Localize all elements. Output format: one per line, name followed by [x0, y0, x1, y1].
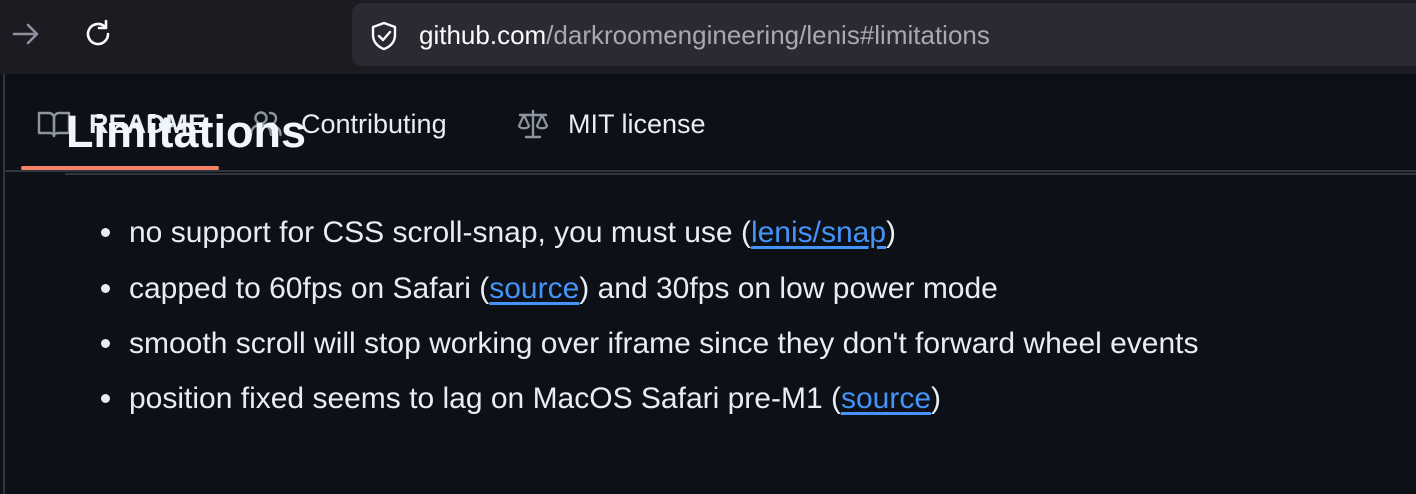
url-text[interactable]: github.com/darkroomengineering/lenis#lim… — [419, 19, 990, 51]
bullet — [101, 227, 110, 237]
list-item-text-after: ) — [886, 216, 897, 249]
list-item-text: smooth scroll will stop working over ifr… — [129, 327, 1199, 360]
heading-divider — [65, 173, 1416, 175]
arrow-right-icon — [12, 23, 39, 45]
tab-license-label: MIT license — [568, 108, 706, 139]
tab-license[interactable]: MIT license — [516, 96, 706, 152]
reload-button[interactable] — [78, 14, 118, 54]
active-tab-indicator — [21, 166, 219, 170]
list-item-text-after: ) — [931, 382, 942, 415]
bullet — [101, 338, 110, 348]
url-path: /darkroomengineering/lenis#limitations — [546, 20, 990, 50]
reload-icon — [86, 19, 110, 46]
section-heading-limitations: Limitations — [66, 106, 307, 157]
link-lenis-snap[interactable]: lenis/snap — [751, 216, 886, 249]
url-host: github.com — [419, 20, 547, 50]
tab-contributing-label: Contributing — [301, 108, 447, 139]
link-source[interactable]: source — [489, 272, 579, 305]
list-item-text-after: ) and 30fps on low power mode — [579, 272, 998, 305]
link-source[interactable]: source — [841, 382, 931, 415]
list-item-text: capped to 60fps on Safari ( — [129, 272, 490, 305]
list-item: no support for CSS scroll-snap, you must… — [101, 213, 896, 253]
law-scale-icon — [517, 109, 549, 139]
list-item-text: position fixed seems to lag on MacOS Saf… — [129, 382, 841, 415]
forward-button[interactable] — [6, 14, 46, 54]
bullet — [101, 393, 110, 403]
shield-check-icon[interactable] — [368, 20, 400, 52]
list-item: position fixed seems to lag on MacOS Saf… — [101, 379, 941, 419]
list-item: smooth scroll will stop working over ifr… — [101, 324, 1199, 364]
list-item: capped to 60fps on Safari (source) and 3… — [101, 269, 998, 309]
browser-toolbar: github.com/darkroomengineering/lenis#lim… — [0, 0, 1416, 74]
bullet — [101, 283, 110, 293]
address-bar[interactable]: github.com/darkroomengineering/lenis#lim… — [352, 3, 1416, 66]
list-item-text: no support for CSS scroll-snap, you must… — [129, 216, 751, 249]
